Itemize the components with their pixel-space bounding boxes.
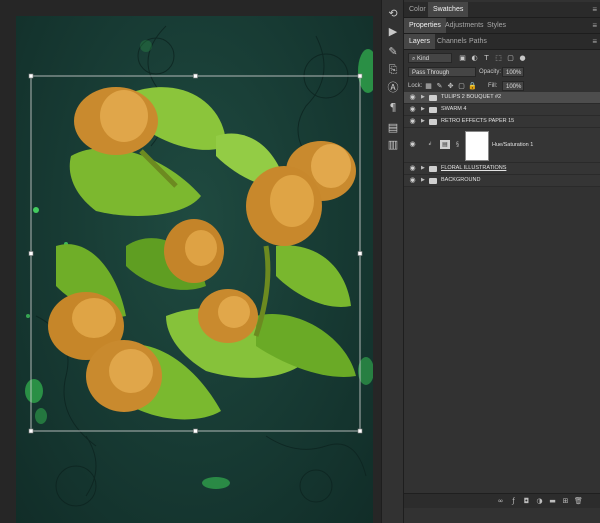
layer-name: Hue/Saturation 1 [492, 142, 534, 148]
new-adjustment-icon[interactable]: ◑ [535, 496, 544, 506]
search-icon: ⌕ [412, 56, 416, 62]
layer-name: SWARM 4 [441, 106, 467, 112]
layer-filter-row: ⌕ Kind ▣ ◐ T ⬚ ▢ ● [404, 52, 600, 65]
blend-mode-select[interactable]: Pass Through [408, 67, 476, 77]
layer-kind-filter[interactable]: ⌕ Kind [408, 53, 452, 63]
chevron-right-icon[interactable]: ▶ [421, 105, 427, 114]
folder-icon [429, 118, 437, 125]
clone-source-icon[interactable]: ⎘ [385, 62, 401, 78]
visibility-eye-icon[interactable]: ◉ [408, 140, 417, 149]
tab-swatches[interactable]: Swatches [428, 2, 469, 17]
layer-name: RETRO EFFECTS PAPER 15 [441, 118, 515, 124]
layer-row[interactable]: ◉ ↲ ▤ § Hue/Saturation 1 [404, 128, 600, 163]
opacity-label: Opacity: [479, 69, 502, 75]
blend-row: Pass Through Opacity: 100% [404, 66, 600, 79]
layers-tabbar: Layers Channels Paths ≡ [404, 34, 600, 50]
play-actions-icon[interactable]: ▶ [385, 24, 401, 40]
visibility-eye-icon[interactable]: ◉ [408, 164, 417, 173]
pixel-filter-icon[interactable]: ▣ [458, 54, 467, 63]
layer-name: TULIPS 2 BOUQUET #2 [441, 94, 502, 100]
shape-filter-icon[interactable]: ⬚ [494, 54, 503, 63]
lock-all-icon[interactable]: 🔒 [468, 82, 477, 91]
lock-position-icon[interactable]: ✥ [446, 82, 455, 91]
chevron-right-icon[interactable]: ▶ [421, 164, 427, 173]
panel-menu-icon[interactable]: ≡ [592, 2, 597, 17]
lock-artboard-icon[interactable]: ▢ [457, 82, 466, 91]
libraries-icon[interactable]: ▤ [385, 120, 401, 136]
layer-row[interactable]: ◉ ▶ FLORAL ILLUSTRATIONS [404, 163, 600, 175]
filter-toggle-icon[interactable]: ● [518, 54, 527, 63]
panel-menu-icon[interactable]: ≡ [592, 34, 597, 49]
tab-layers[interactable]: Layers [404, 34, 436, 49]
history-icon[interactable]: ⟲ [385, 6, 401, 22]
right-panel-dock: Color Swatches ≡ Properties Adjustments … [403, 0, 600, 523]
add-mask-icon[interactable]: ◘ [522, 496, 531, 506]
tab-color[interactable]: Color [404, 2, 431, 17]
fill-input[interactable]: 100% [502, 81, 524, 91]
tab-styles[interactable]: Styles [482, 18, 511, 33]
folder-icon [429, 165, 437, 172]
visibility-eye-icon[interactable]: ◉ [408, 105, 417, 114]
folder-icon [429, 106, 437, 113]
chevron-right-icon[interactable]: ▶ [421, 93, 427, 102]
lock-transparent-icon[interactable]: ▦ [424, 82, 433, 91]
adjustment-filter-icon[interactable]: ◐ [470, 54, 479, 63]
visibility-eye-icon[interactable]: ◉ [408, 117, 417, 126]
smart-object-filter-icon[interactable]: ▢ [506, 54, 515, 63]
chevron-right-icon[interactable]: ▶ [421, 117, 427, 126]
chain-link-icon[interactable]: § [456, 140, 461, 149]
opacity-input[interactable]: 100% [502, 67, 524, 77]
folder-icon [429, 94, 437, 101]
properties-tabbar: Properties Adjustments Styles ≡ [404, 18, 600, 34]
paragraph-icon[interactable]: ¶ [385, 100, 401, 116]
link-layers-icon[interactable]: ∞ [496, 496, 505, 506]
color-swatches-tabbar: Color Swatches ≡ [404, 2, 600, 18]
layer-name: FLORAL ILLUSTRATIONS [441, 165, 507, 171]
layer-style-fx-icon[interactable]: ƒ [509, 496, 518, 506]
tab-paths[interactable]: Paths [464, 34, 492, 49]
glyphs-icon[interactable]: Ⓐ [385, 80, 401, 96]
layer-row[interactable]: ◉ ▶ SWARM 4 [404, 104, 600, 116]
chevron-right-icon[interactable]: ▶ [421, 176, 427, 185]
layer-mask-thumbnail[interactable] [465, 131, 489, 161]
artwork [25, 25, 373, 507]
lock-image-icon[interactable]: ✎ [435, 82, 444, 91]
layer-row[interactable]: ◉ ▶ BACKGROUND [404, 175, 600, 187]
adjustment-layer-icon: ▤ [440, 140, 450, 149]
artboard[interactable] [16, 16, 373, 523]
visibility-eye-icon[interactable]: ◉ [408, 93, 417, 102]
visibility-eye-icon[interactable]: ◉ [408, 176, 417, 185]
layer-row[interactable]: ◉ ▶ TULIPS 2 BOUQUET #2 [404, 92, 600, 104]
brush-settings-icon[interactable]: ✎ [385, 44, 401, 60]
clipping-arrow-icon: ↲ [428, 141, 433, 147]
new-group-icon[interactable]: ▬ [548, 496, 557, 506]
layers-footer-toolbar: ∞ ƒ ◘ ◑ ▬ ⊞ 🗑 [404, 493, 600, 508]
info-icon[interactable]: ▥ [385, 137, 401, 153]
layer-row[interactable]: ◉ ▶ RETRO EFFECTS PAPER 15 [404, 116, 600, 128]
folder-icon [429, 177, 437, 184]
delete-layer-icon[interactable]: 🗑 [574, 496, 583, 506]
filter-kind-label: Kind [417, 56, 430, 62]
new-layer-icon[interactable]: ⊞ [561, 496, 570, 506]
layer-name: BACKGROUND [441, 177, 481, 183]
document-canvas-area[interactable] [0, 0, 381, 523]
type-filter-icon[interactable]: T [482, 54, 491, 63]
panel-icon-strip: ⟲ ▶ ✎ ⎘ Ⓐ ¶ ▤ ▥ [381, 0, 404, 523]
panel-menu-icon[interactable]: ≡ [592, 18, 597, 33]
